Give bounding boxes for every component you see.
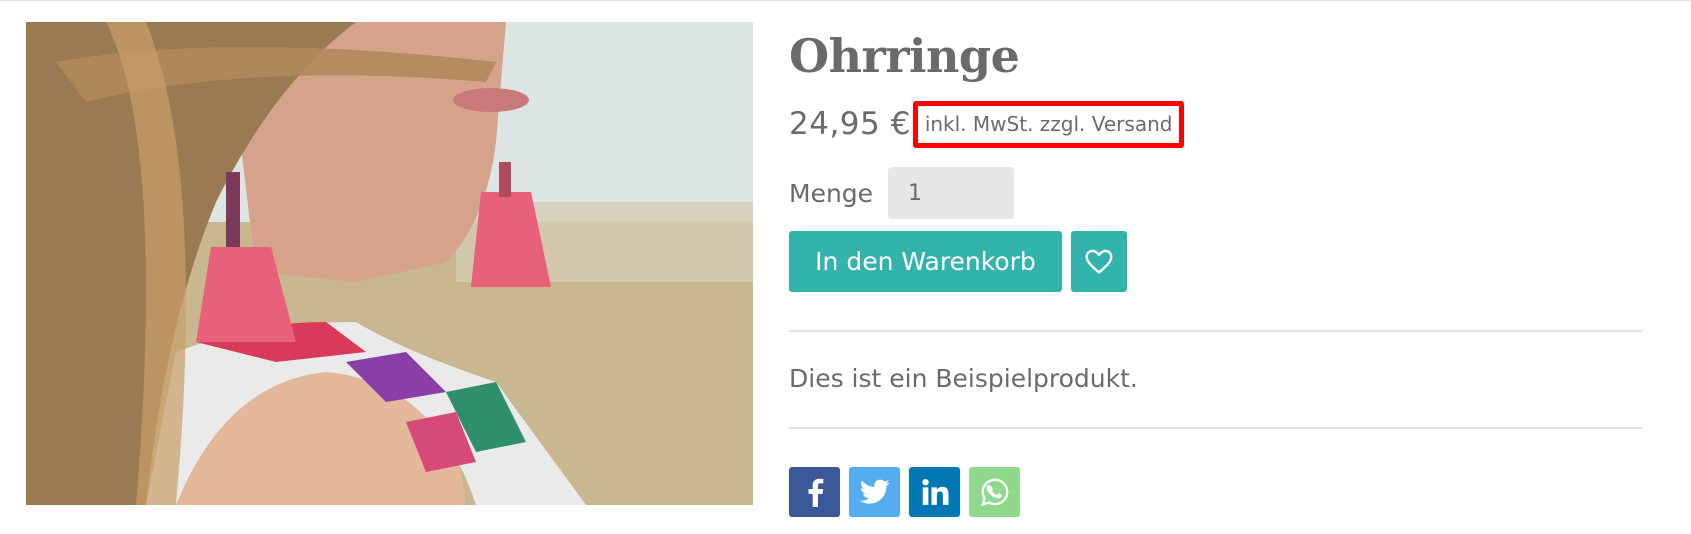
add-to-cart-button[interactable]: In den Warenkorb xyxy=(789,231,1062,292)
share-twitter-button[interactable] xyxy=(849,467,900,517)
quantity-label: Menge xyxy=(789,178,874,208)
product-description: Dies ist ein Beispielprodukt. xyxy=(789,364,1138,393)
whatsapp-icon xyxy=(980,478,1008,506)
wishlist-button[interactable] xyxy=(1071,231,1127,292)
twitter-icon xyxy=(859,479,889,504)
product-price: 24,95 € xyxy=(789,106,911,142)
share-buttons xyxy=(789,467,1020,517)
divider xyxy=(789,427,1642,429)
tax-shipping-note: inkl. MwSt. zzgl. Versand xyxy=(912,100,1185,148)
price-row: 24,95 € inkl. MwSt. zzgl. Versand xyxy=(789,98,1185,150)
product-photo-illustration xyxy=(26,22,753,505)
product-details: Ohrringe 24,95 € inkl. MwSt. zzgl. Versa… xyxy=(789,0,1642,534)
heart-icon xyxy=(1085,249,1113,274)
quantity-input[interactable] xyxy=(888,167,1015,219)
share-whatsapp-button[interactable] xyxy=(969,467,1020,517)
facebook-icon xyxy=(808,478,823,507)
linkedin-icon xyxy=(921,479,949,505)
share-linkedin-button[interactable] xyxy=(909,467,960,517)
cart-actions: In den Warenkorb xyxy=(789,231,1127,292)
product-title: Ohrringe xyxy=(789,29,1020,83)
share-facebook-button[interactable] xyxy=(789,467,840,517)
quantity-row: Menge xyxy=(789,167,1015,219)
product-image xyxy=(26,22,753,505)
divider xyxy=(789,330,1642,332)
